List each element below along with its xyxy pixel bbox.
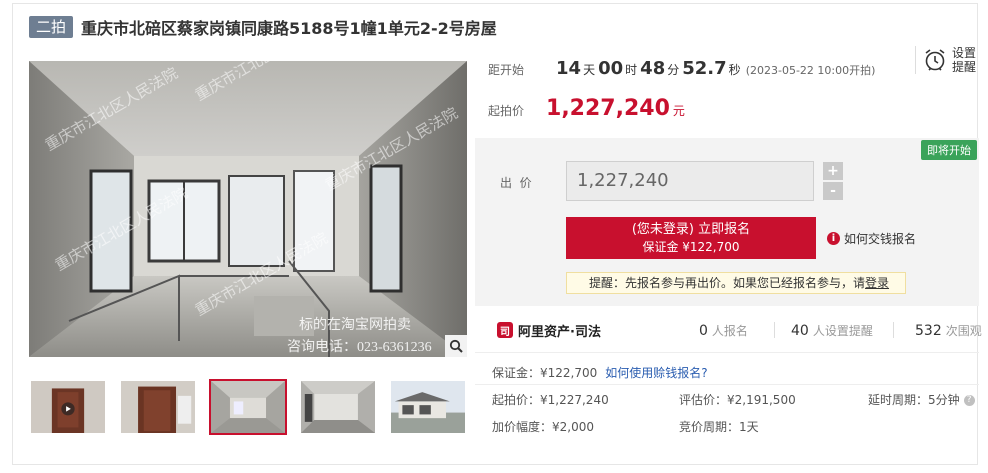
start-price-value: 1,227,240	[546, 96, 670, 121]
start-price-label: 起拍价	[488, 104, 525, 118]
interior-photo: 重庆市江北区人民法院 重庆市江北区人民法院 重庆市江北区人民法院 重庆市江北区人…	[29, 61, 467, 357]
countdown-seconds: 52.7	[682, 58, 727, 79]
delay-info: 延时周期：5分钟?	[868, 391, 975, 408]
thumbnail[interactable]	[389, 379, 467, 435]
view-count: 532 次围观	[915, 322, 982, 339]
deposit-text: 保证金：¥122,700	[492, 366, 598, 380]
how-to-pay-label: 如何交钱报名	[844, 232, 917, 246]
divider	[893, 322, 894, 338]
overlay-line-1: 标的在淘宝网拍卖	[299, 317, 411, 333]
countdown: 距开始 14 天 00 时 48 分 52.7 秒 (2023-05-22 10…	[488, 58, 875, 79]
countdown-label: 距开始	[488, 63, 525, 77]
tip-text: 提醒：先报名参与再出价。如果您已经报名参与，请	[589, 276, 866, 290]
seconds-unit: 秒	[728, 63, 741, 77]
thumbnail-active[interactable]	[209, 379, 287, 435]
thumbnail[interactable]	[299, 379, 377, 435]
help-icon[interactable]: ?	[963, 395, 975, 406]
start-price-unit: 元	[672, 104, 685, 118]
info-icon: i	[827, 232, 840, 245]
zoom-button[interactable]	[445, 335, 467, 357]
hours-unit: 时	[625, 63, 638, 77]
deposit-help-link[interactable]: 如何使用赊钱报名?	[605, 366, 707, 380]
reminder-line-2: 提醒	[952, 60, 977, 74]
page-title: 重庆市北碚区蔡家岗镇同康路5188号1幢1单元2-2号房屋	[81, 19, 497, 38]
start-time-note: (2023-05-22 10:00开拍)	[745, 64, 876, 77]
signup-button[interactable]: (您未登录) 立即报名 保证金 ¥122,700	[566, 217, 816, 259]
reminder-line-1: 设置	[952, 46, 977, 60]
login-tip: 提醒：先报名参与再出价。如果您已经报名参与，请登录	[566, 272, 906, 294]
signup-count-value: 0	[699, 322, 708, 339]
status-badge: 即将开始	[921, 140, 977, 160]
stats-row: 司 阿里资产·司法 0 人报名 40 人设置提醒 532 次围观	[475, 312, 982, 348]
minutes-unit: 分	[667, 63, 680, 77]
auction-panel: 二拍 重庆市北碚区蔡家岗镇同康路5188号1幢1单元2-2号房屋 重庆市江北区人…	[12, 3, 982, 465]
signup-deposit-label: 保证金 ¥122,700	[642, 240, 740, 254]
view-count-unit: 次围观	[945, 323, 982, 338]
signup-count-unit: 人报名	[711, 323, 748, 338]
countdown-days: 14	[556, 58, 582, 79]
ali-assets-logo: 司 阿里资产·司法	[497, 321, 601, 340]
delay-text: 延时周期：5分钟	[868, 393, 960, 407]
divider	[475, 352, 979, 353]
brand-name: 阿里资产·司法	[518, 324, 601, 340]
signup-count: 0 人报名	[699, 322, 748, 339]
reminder-count-unit: 人设置提醒	[812, 323, 873, 338]
ali-logo-icon: 司	[497, 322, 513, 338]
divider	[774, 322, 775, 338]
reminder-count: 40 人设置提醒	[791, 322, 873, 339]
appraisal-info: 评估价：¥2,191,500	[679, 393, 796, 407]
divider	[475, 384, 979, 385]
increase-bid-button[interactable]: +	[823, 162, 843, 180]
thumbnail-strip	[29, 379, 469, 435]
start-price-info: 起拍价：¥1,227,240	[492, 393, 609, 407]
thumbnail[interactable]	[119, 379, 197, 435]
reminder-count-value: 40	[791, 322, 809, 339]
set-reminder-button[interactable]: 设置 提醒	[915, 46, 976, 74]
thumbnail[interactable]	[29, 379, 107, 435]
overlay-line-2: 咨询电话：023-6361236	[287, 339, 432, 355]
title-bar: 二拍 重庆市北碚区蔡家岗镇同康路5188号1幢1单元2-2号房屋	[29, 14, 497, 40]
days-unit: 天	[583, 63, 596, 77]
bid-label: 出 价	[500, 176, 532, 190]
round-badge: 二拍	[29, 16, 74, 38]
bid-stepper: + -	[823, 162, 843, 202]
bid-amount-input[interactable]: 1,227,240	[566, 161, 814, 201]
start-price-row: 起拍价 1,227,240 元	[488, 96, 685, 121]
decrease-bid-button[interactable]: -	[823, 182, 843, 200]
period-info: 竞价周期：1天	[679, 420, 759, 434]
how-to-pay-link[interactable]: i 如何交钱报名	[827, 230, 916, 247]
alarm-clock-icon	[925, 49, 945, 71]
view-count-value: 532	[915, 322, 942, 339]
countdown-minutes: 48	[640, 58, 666, 79]
signup-button-label: (您未登录) 立即报名	[631, 222, 751, 237]
increment-info: 加价幅度：¥2,000	[492, 420, 594, 434]
deposit-info: 保证金：¥122,700 如何使用赊钱报名?	[492, 364, 708, 381]
countdown-hours: 00	[598, 58, 624, 79]
main-photo[interactable]: 重庆市江北区人民法院 重庆市江北区人民法院 重庆市江北区人民法院 重庆市江北区人…	[29, 61, 467, 357]
login-link[interactable]: 登录	[865, 276, 889, 290]
magnifier-icon	[449, 339, 463, 353]
reminder-label: 设置 提醒	[952, 46, 976, 74]
bid-box: 即将开始 出 价 1,227,240 + - (您未登录) 立即报名 保证金 ¥…	[475, 138, 979, 306]
